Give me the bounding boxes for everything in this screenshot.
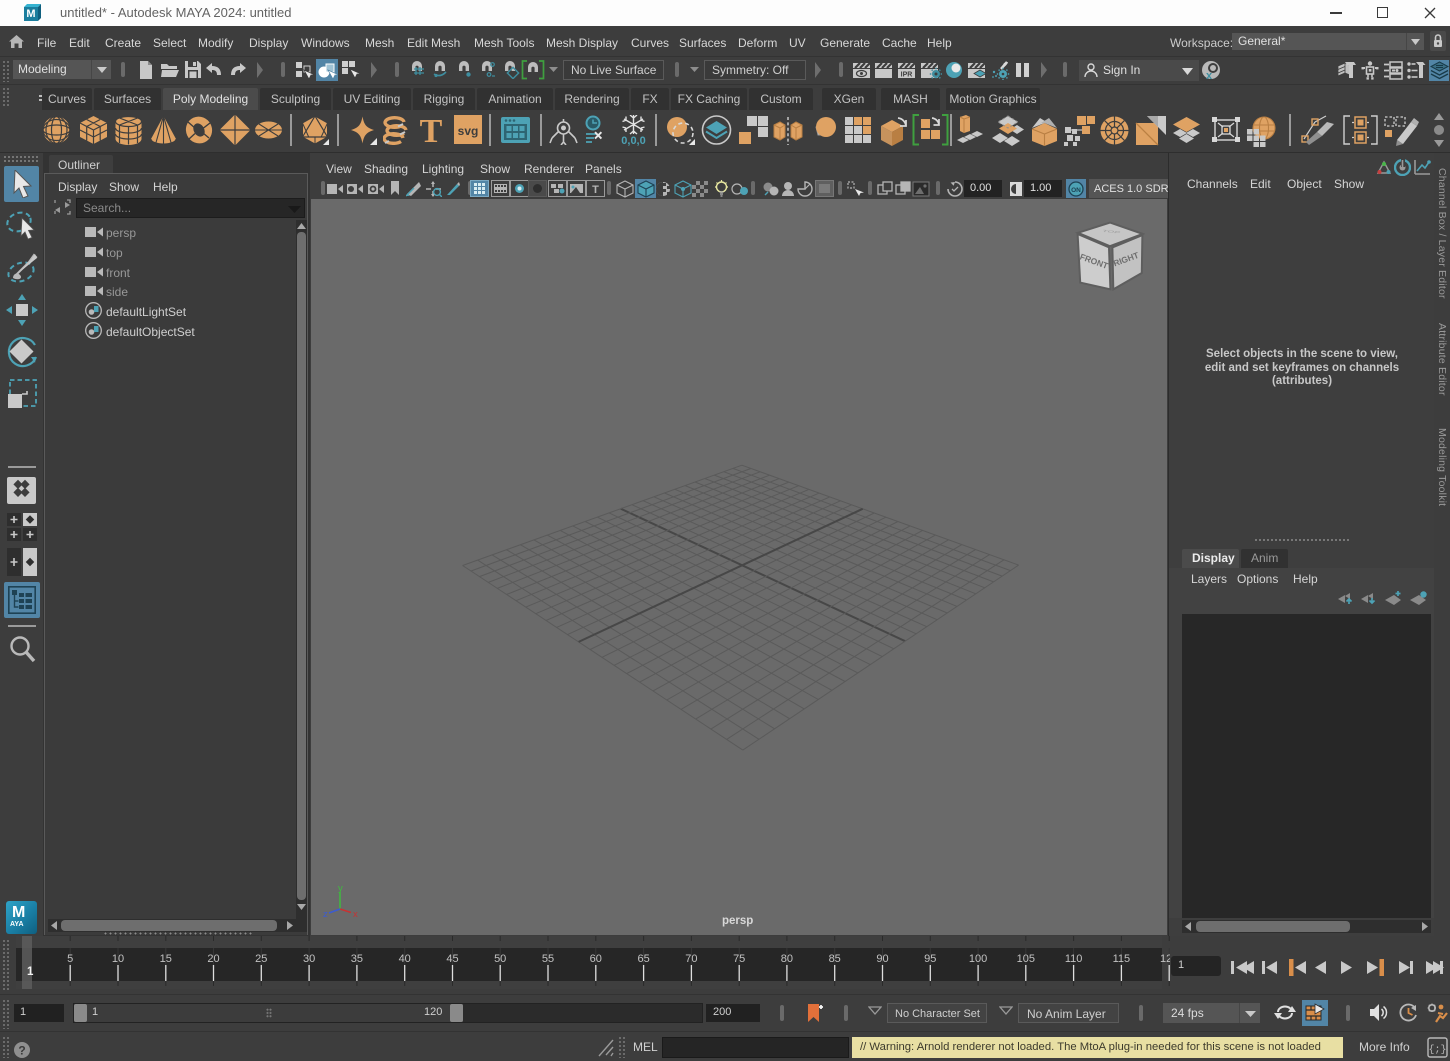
svg-text:x: x [353,909,358,920]
svg-text:y: y [338,885,343,894]
svg-text:svg: svg [458,124,479,138]
svg-text:0,0,0: 0,0,0 [621,135,645,146]
svg-text:{;}: {;} [1428,1044,1446,1056]
svg-text:M: M [26,8,35,20]
svg-text:x: x [1206,70,1213,81]
svg-text:T: T [420,115,443,145]
svg-text:?: ? [18,1044,25,1058]
svg-text:IPR: IPR [901,72,913,79]
svg-text:z: z [323,909,328,920]
